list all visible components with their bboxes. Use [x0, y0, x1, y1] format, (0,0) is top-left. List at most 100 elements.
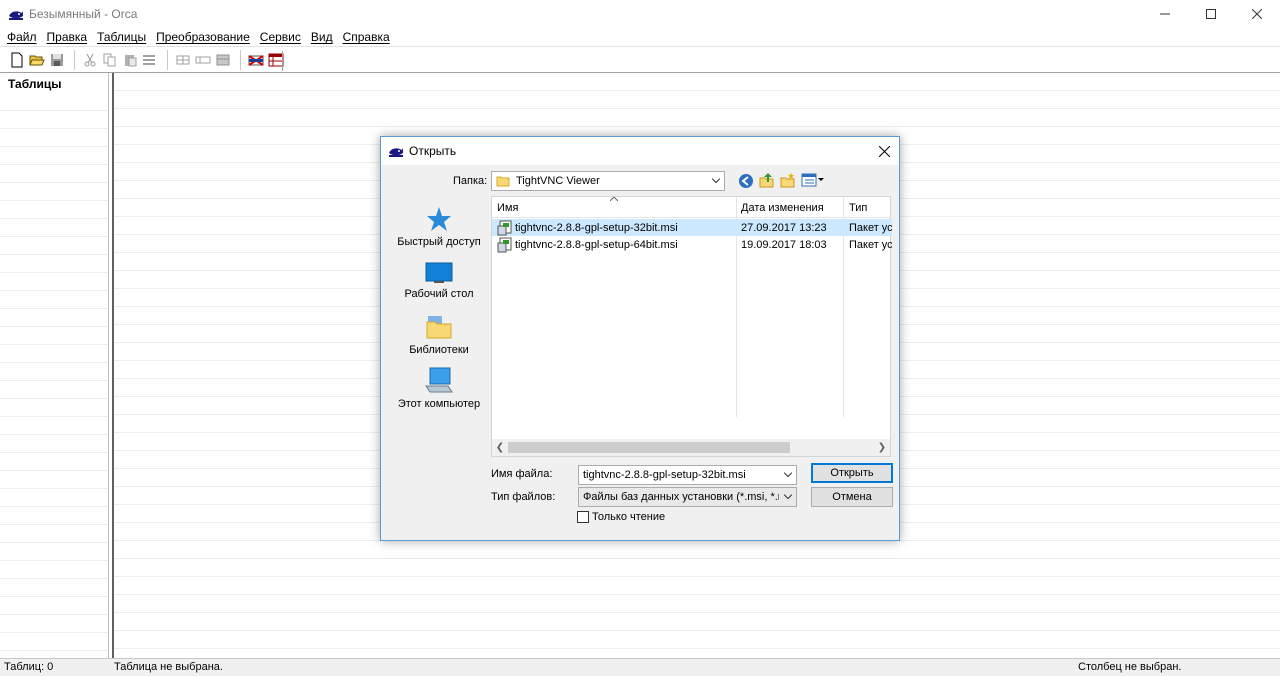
- menu-transform[interactable]: Преобразование: [151, 30, 255, 44]
- place-quick-access[interactable]: Быстрый доступ: [389, 206, 489, 248]
- file-row[interactable]: tightvnc-2.8.8-gpl-setup-32bit.msi 27.09…: [492, 219, 892, 236]
- menu-tables[interactable]: Таблицы: [92, 30, 151, 44]
- filename-input[interactable]: tightvnc-2.8.8-gpl-setup-32bit.msi: [578, 465, 797, 485]
- dialog-close-button[interactable]: [875, 142, 893, 160]
- minimize-button[interactable]: [1142, 0, 1188, 28]
- view-list-icon: [801, 173, 824, 187]
- column-type-header[interactable]: Тип: [844, 197, 892, 218]
- msi-package-icon: [497, 237, 512, 252]
- file-type: Пакет уст: [849, 221, 892, 234]
- minimize-icon: [1160, 13, 1170, 15]
- status-tables-count: Таблиц: 0: [4, 661, 54, 673]
- file-name: tightvnc-2.8.8-gpl-setup-32bit.msi: [515, 221, 678, 234]
- cut-button[interactable]: [81, 51, 99, 69]
- open-button[interactable]: Открыть: [811, 463, 893, 483]
- toolbar-separator: [167, 49, 168, 70]
- file-row[interactable]: tightvnc-2.8.8-gpl-setup-64bit.msi 19.09…: [492, 236, 892, 253]
- validate-button[interactable]: [247, 51, 265, 69]
- menu-edit[interactable]: Правка: [42, 30, 93, 44]
- close-icon: [878, 145, 890, 157]
- open-button[interactable]: [28, 51, 46, 69]
- paste-button[interactable]: [121, 51, 139, 69]
- menu-view[interactable]: Вид: [306, 30, 338, 44]
- toolbar: [0, 46, 1280, 73]
- file-list-header: Имя Дата изменения Тип: [492, 197, 890, 218]
- row-add-button[interactable]: [194, 51, 212, 69]
- chevron-down-icon: [784, 494, 792, 500]
- folder-label: Папка:: [453, 175, 488, 187]
- close-button[interactable]: [1234, 0, 1280, 28]
- maximize-icon: [1206, 9, 1216, 19]
- file-date: 19.09.2017 18:03: [741, 238, 827, 251]
- status-column-state: Столбец не выбран.: [1078, 661, 1182, 673]
- folder-combo[interactable]: TightVNC Viewer: [491, 171, 725, 191]
- menu-bar: Файл Правка Таблицы Преобразование Серви…: [0, 28, 1280, 46]
- dialog-title-bar: Открыть: [381, 137, 899, 165]
- copy-icon: [103, 53, 116, 66]
- file-list[interactable]: Имя Дата изменения Тип tightvnc-2.8.8-gp…: [491, 196, 892, 457]
- libraries-icon: [426, 316, 452, 339]
- scissors-icon: [84, 53, 96, 66]
- paste-icon: [125, 54, 137, 66]
- title-bar: Безымянный - Orca: [0, 0, 1280, 28]
- open-folder-icon: [29, 55, 45, 65]
- toolbar-end-separator: [282, 51, 283, 71]
- file-type: Пакет уст: [849, 238, 892, 251]
- folder-icon: [496, 176, 510, 187]
- place-label: Этот компьютер: [397, 398, 481, 410]
- filetype-select[interactable]: Файлы баз данных установки (*.msi, *.msm…: [578, 487, 797, 507]
- file-name: tightvnc-2.8.8-gpl-setup-64bit.msi: [515, 238, 678, 251]
- chevron-down-icon: [712, 178, 720, 184]
- place-libraries[interactable]: Библиотеки: [389, 314, 489, 356]
- window-title: Безымянный - Orca: [29, 7, 138, 21]
- scroll-thumb[interactable]: [508, 442, 790, 453]
- place-this-pc[interactable]: Этот компьютер: [389, 366, 489, 410]
- validate-icon: [248, 54, 264, 66]
- new-file-icon: [11, 52, 23, 67]
- table-add-button[interactable]: [174, 51, 192, 69]
- maximize-button[interactable]: [1188, 0, 1234, 28]
- filename-label: Имя файла:: [491, 468, 553, 480]
- table-props-button[interactable]: [214, 51, 232, 69]
- table-properties-icon: [216, 54, 230, 65]
- save-button[interactable]: [48, 51, 66, 69]
- orca-whale-icon: [9, 11, 23, 20]
- column-name-header[interactable]: Имя: [492, 197, 736, 218]
- tables-pane[interactable]: Таблицы: [0, 73, 109, 658]
- file-date: 27.09.2017 13:23: [741, 221, 827, 234]
- msi-package-icon: [497, 220, 512, 235]
- view-menu-button[interactable]: [801, 172, 825, 188]
- copy-button[interactable]: [101, 51, 119, 69]
- tables-list: [0, 93, 108, 658]
- scroll-left-icon[interactable]: ❮: [492, 439, 508, 456]
- menu-help[interactable]: Справка: [338, 30, 395, 44]
- toolbar-separator: [74, 49, 75, 70]
- filename-value: tightvnc-2.8.8-gpl-setup-32bit.msi: [583, 469, 746, 481]
- readonly-checkbox[interactable]: [577, 511, 589, 523]
- folder-value: TightVNC Viewer: [516, 175, 600, 187]
- back-icon[interactable]: [738, 173, 754, 189]
- toolbar-separator: [240, 49, 241, 70]
- star-icon: [427, 207, 451, 231]
- cancel-button[interactable]: Отмена: [811, 487, 893, 507]
- up-folder-icon[interactable]: [759, 172, 775, 188]
- menu-file[interactable]: Файл: [2, 30, 42, 44]
- delete-rows-icon: [143, 54, 155, 65]
- close-icon: [1252, 9, 1262, 19]
- desktop-icon: [425, 262, 453, 283]
- horizontal-scrollbar[interactable]: ❮ ❯: [492, 439, 890, 456]
- scroll-right-icon[interactable]: ❯: [874, 439, 890, 456]
- sort-up-icon: [610, 197, 618, 202]
- status-table-state: Таблица не выбрана.: [114, 661, 223, 673]
- menu-tools[interactable]: Сервис: [255, 30, 306, 44]
- place-desktop[interactable]: Рабочий стол: [389, 262, 489, 300]
- column-date-header[interactable]: Дата изменения: [736, 197, 843, 218]
- place-label: Быстрый доступ: [397, 236, 481, 248]
- place-label: Библиотеки: [409, 344, 469, 356]
- filetype-value: Файлы баз данных установки (*.msi, *.msm…: [583, 491, 779, 503]
- new-button[interactable]: [8, 51, 26, 69]
- delete-row-button[interactable]: [141, 51, 159, 69]
- places-bar: Быстрый доступ Рабочий стол Библиотеки Э…: [389, 194, 490, 536]
- new-folder-icon[interactable]: [780, 172, 796, 188]
- filetype-label: Тип файлов:: [491, 491, 556, 503]
